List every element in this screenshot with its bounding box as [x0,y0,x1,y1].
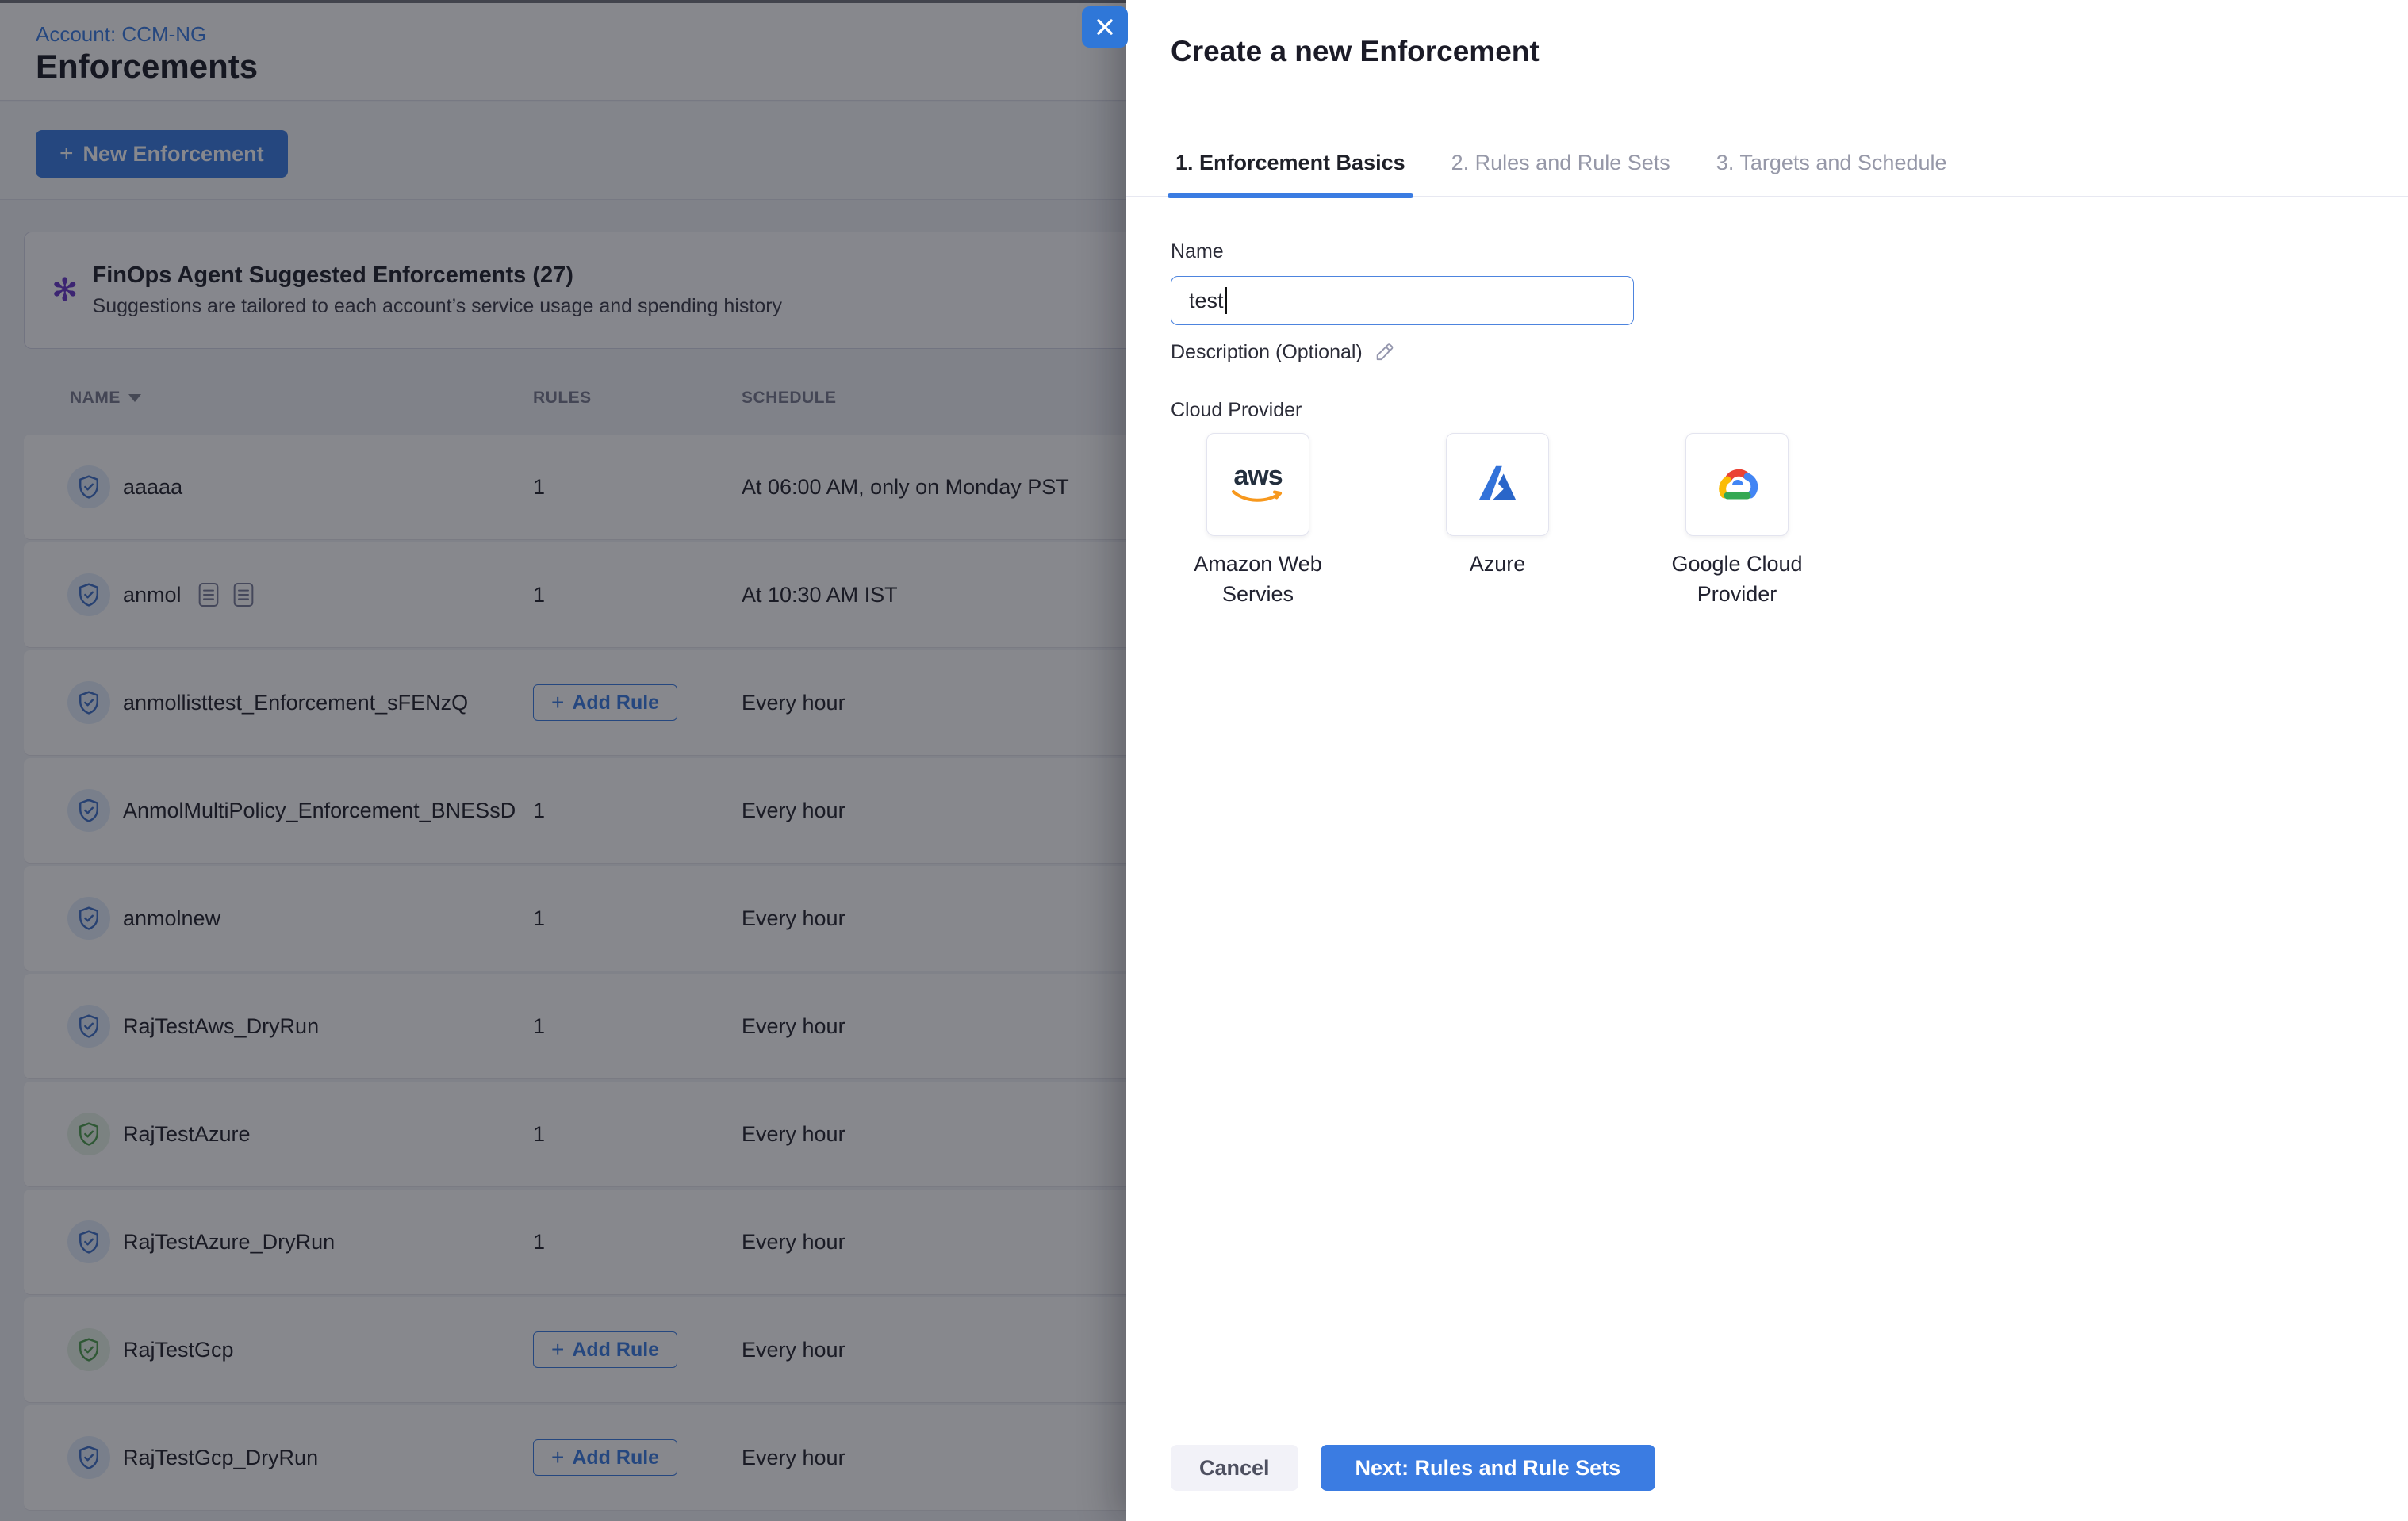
provider-option-azure[interactable]: Azure [1410,433,1585,610]
provider-card [1685,433,1789,536]
close-icon [1095,17,1115,37]
text-caret [1225,287,1227,314]
drawer-footer: Cancel Next: Rules and Rule Sets [1171,1445,1655,1491]
cancel-button[interactable]: Cancel [1171,1445,1298,1491]
name-input[interactable]: test [1171,276,1634,325]
provider-label: Google Cloud Provider [1650,549,1824,610]
provider-label: Azure [1470,549,1526,579]
wizard-tabs: 1. Enforcement Basics 2. Rules and Rule S… [1126,146,2408,197]
drawer-title: Create a new Enforcement [1171,35,1540,68]
provider-option-aws[interactable]: aws Amazon Web Servies [1171,433,1345,610]
name-label: Name [1171,240,1224,263]
aws-logo-icon: aws [1230,462,1286,507]
google-cloud-logo-icon [1712,493,1762,507]
description-label: Description (Optional) [1171,341,1396,364]
edit-description-button[interactable] [1374,342,1396,364]
wizard-tab[interactable]: 3. Targets and Schedule [1712,146,1952,196]
provider-option-gcp[interactable]: Google Cloud Provider [1650,433,1824,610]
wizard-tab[interactable]: 2. Rules and Rule Sets [1447,146,1675,196]
name-input-value: test [1189,289,1224,313]
cloud-provider-label: Cloud Provider [1171,399,1302,422]
create-enforcement-drawer: Create a new Enforcement 1. Enforcement … [1126,0,2408,1521]
wizard-tab[interactable]: 1. Enforcement Basics [1171,146,1410,196]
provider-card: aws [1206,433,1309,536]
azure-logo-icon [1473,494,1522,508]
provider-card [1446,433,1549,536]
close-button[interactable] [1082,6,1128,48]
pencil-icon [1374,342,1396,364]
next-button[interactable]: Next: Rules and Rule Sets [1321,1445,1656,1491]
provider-label: Amazon Web Servies [1171,549,1345,610]
cloud-provider-options: aws Amazon Web Servies Azure [1171,433,1824,610]
